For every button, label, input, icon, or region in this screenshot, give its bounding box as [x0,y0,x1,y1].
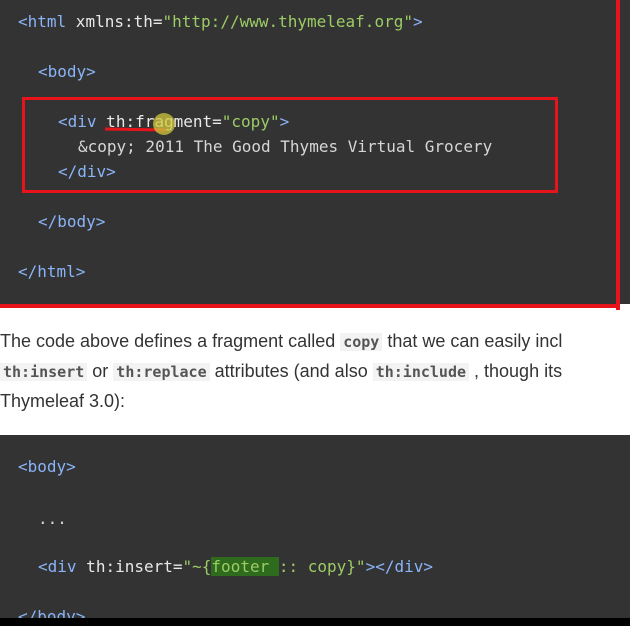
inline-code: th:replace [113,363,210,381]
code-token: > [412,12,423,31]
paragraph-text: The code above defines a fragment called [0,331,341,351]
code-token: = [152,12,163,31]
code-token: html [27,12,67,31]
code-line-div-insert: <div th:insert="~{footer :: copy}"></div… [38,557,433,577]
paragraph-text: or [87,361,114,381]
inline-code: th:insert [0,363,88,381]
screen-bottom-edge [0,618,630,626]
inline-code: th:include [372,363,470,381]
code-line-body-open: <body> [38,62,96,81]
code-block-insert-example: <body> ... <div th:insert="~{footer :: c… [0,435,630,626]
code-token: < [18,12,28,31]
annotation-red-box [22,97,558,193]
annotation-red-frame-bottom [0,304,620,308]
paragraph-text: attributes (and also [209,361,373,381]
code-token: div [47,557,77,576]
code-line-html: <html xmlns:th="http://www.thymeleaf.org… [18,12,423,32]
mouse-cursor-highlight [153,113,175,135]
code-token: = [172,557,183,576]
code-token: xmlns:th [66,12,153,31]
code-highlight: footer [211,557,279,576]
paragraph-line-2: th:insert or th:replace attributes (and … [0,356,630,387]
paragraph-line-3: Thymeleaf 3.0): [0,391,126,411]
code-token: ></div> [365,557,433,576]
code-line-body-close: </body> [38,212,106,231]
code-line-ellipsis: ... [38,509,67,528]
code-token: "http://www.thymeleaf.org" [162,12,413,31]
code-token: th:insert [76,557,173,576]
paragraph-text: that we can easily incl [382,331,563,351]
code-token: :: copy}" [278,557,366,576]
code-token: < [38,557,48,576]
inline-code: copy [340,333,383,351]
paragraph-line-1: The code above defines a fragment called… [0,326,630,357]
code-line-html-close: </html> [18,262,86,281]
annotation-red-frame-right [616,0,620,310]
code-token: "~{ [182,557,212,576]
paragraph-text: , though its [469,361,563,381]
code-line-body-open: <body> [18,457,76,476]
